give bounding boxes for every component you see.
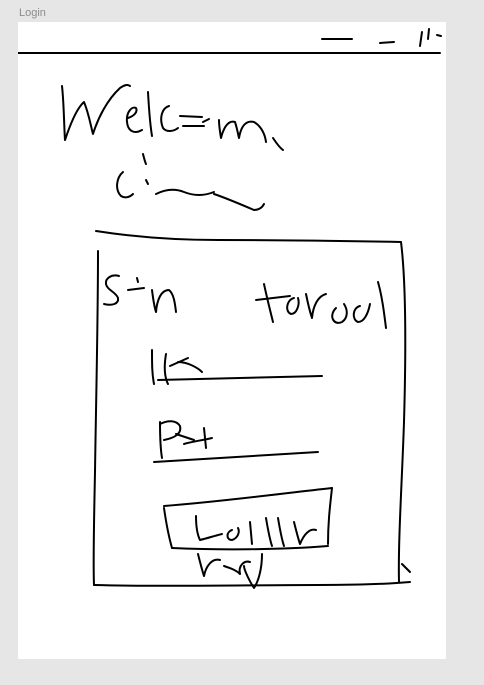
title-bar [18, 28, 442, 54]
subheading-scribble [116, 153, 265, 211]
username-field[interactable] [151, 349, 323, 385]
wireframe-artboard [18, 22, 446, 659]
forgot-link-scribble[interactable] [255, 281, 387, 329]
close-control-icon[interactable] [419, 28, 442, 47]
frame-label: Login [19, 7, 46, 19]
login-button[interactable] [163, 487, 333, 551]
maximize-control-icon[interactable] [379, 41, 395, 44]
signin-title-scribble [103, 274, 177, 313]
register-link-scribble[interactable] [197, 553, 263, 589]
wireframe-sketch [18, 28, 442, 589]
welcome-heading-scribble [61, 83, 284, 151]
password-field[interactable] [153, 420, 319, 463]
